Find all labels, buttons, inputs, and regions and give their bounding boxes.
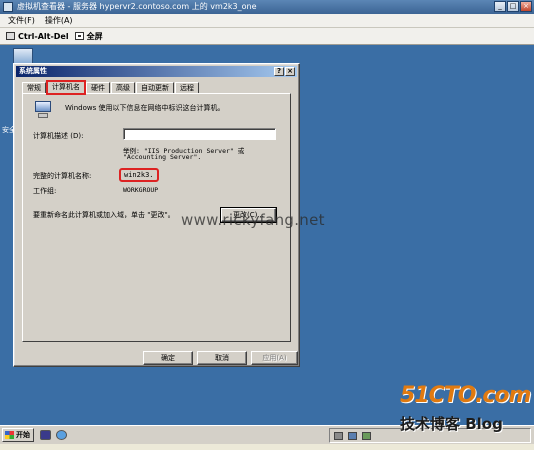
51cto-logo: 51CTO.com	[400, 383, 531, 408]
monitor-icon	[3, 2, 13, 12]
keyboard-icon	[6, 32, 15, 40]
blog-logo-text: 技术博客 Blog	[400, 415, 503, 433]
cancel-button[interactable]: 取消	[197, 351, 247, 365]
example-text-line2: "Accounting Server".	[123, 153, 202, 161]
description-label: 计算机描述 (D):	[33, 132, 84, 140]
maximize-button[interactable]: □	[507, 1, 519, 12]
viewer-menubar: 文件(F) 操作(A)	[0, 14, 534, 28]
ok-button[interactable]: 确定	[143, 351, 193, 365]
description-input[interactable]	[123, 128, 276, 140]
tray-monitor-icon[interactable]	[348, 432, 357, 440]
dialog-close-button[interactable]: ×	[285, 67, 295, 76]
menu-action[interactable]: 操作(A)	[45, 14, 73, 27]
tray-security-icon[interactable]	[362, 432, 371, 440]
fullscreen-button[interactable]: 全屏	[74, 31, 103, 42]
minimize-button[interactable]: _	[494, 1, 506, 12]
ctrl-alt-del-label: Ctrl-Alt-Del	[18, 31, 69, 41]
dialog-titlebar: 系统属性 ? ×	[16, 66, 297, 77]
start-label: 开始	[16, 431, 30, 439]
intro-text: Windows 使用以下信息在网络中标识这台计算机。	[65, 104, 225, 112]
menu-file[interactable]: 文件(F)	[8, 14, 35, 27]
dialog-title-controls: ? ×	[274, 67, 295, 76]
start-button[interactable]: 开始	[2, 428, 34, 442]
ctrl-alt-del-button[interactable]: Ctrl-Alt-Del	[6, 32, 69, 41]
quicklaunch-desktop-icon[interactable]	[40, 430, 51, 440]
site-watermark: www.rickyfang.net	[181, 211, 325, 229]
computer-icon	[33, 101, 53, 119]
tray-network-icon[interactable]	[334, 432, 343, 440]
workgroup-label: 工作组:	[33, 187, 57, 195]
workgroup-value: WORKGROUP	[123, 186, 159, 194]
my-computer-desktop-icon[interactable]	[13, 48, 33, 64]
full-name-value: win2k3.	[119, 168, 159, 182]
windows-flag-icon	[5, 431, 14, 439]
rename-instructions: 要重新命名此计算机或加入域，单击 "更改"。	[33, 211, 175, 219]
viewer-status-bar	[0, 444, 534, 450]
viewer-title: 虚拟机查看器 - 服务器 hypervr2.contoso.com 上的 vm2…	[17, 2, 257, 11]
close-button[interactable]: ×	[520, 1, 532, 12]
fullscreen-label: 全屏	[86, 31, 103, 41]
dialog-title: 系统属性	[19, 67, 47, 75]
fullscreen-icon	[74, 32, 84, 40]
tab-computer-name[interactable]: 计算机名	[46, 80, 86, 95]
quicklaunch-browser-icon[interactable]	[56, 430, 67, 440]
viewer-titlebar: 虚拟机查看器 - 服务器 hypervr2.contoso.com 上的 vm2…	[0, 0, 534, 14]
apply-button[interactable]: 应用(A)	[251, 351, 298, 365]
window-controls: _ □ ×	[494, 1, 532, 12]
full-name-label: 完整的计算机名称:	[33, 172, 92, 180]
viewer-toolbar: Ctrl-Alt-Del 全屏	[0, 28, 534, 45]
help-button[interactable]: ?	[274, 67, 284, 76]
